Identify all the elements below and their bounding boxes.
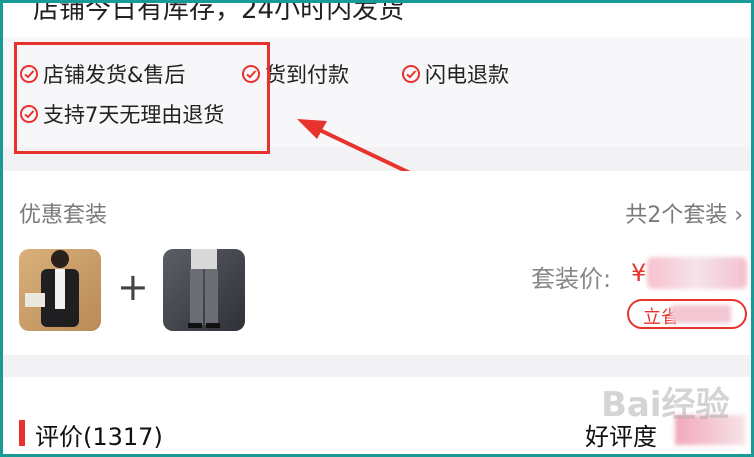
service-item-flash-refund: 闪电退款 [401,59,509,89]
highlight-box [14,42,270,154]
jacket-photo [25,250,79,327]
bundle-item-jacket-image[interactable] [19,249,101,331]
service-label: 货到付款 [265,63,349,87]
bundle-price-label: 套装价: [531,265,612,293]
bundle-count-link[interactable]: 共2个套装 › [625,197,743,229]
pants-photo [188,249,220,328]
check-circle-icon [402,65,420,83]
top-info-strip: 店铺今日有库存，24小时内发货 [3,3,751,37]
bundle-section[interactable]: 优惠套装 共2个套装 › + 套装价: ¥ 立省 [3,171,751,355]
bundle-plus-sign: + [117,265,149,309]
service-label: 闪电退款 [425,63,509,87]
blurred-price [647,257,747,289]
watermark-logo: Bai经验 [601,385,730,425]
reviews-title: 评价(1317) [35,423,163,451]
bundle-title: 优惠套装 [19,203,108,228]
top-strip-text: 店铺今日有库存，24小时内发货 [33,0,405,25]
blurred-save-amount [671,305,731,323]
screenshot-frame: 店铺今日有库存，24小时内发货 店铺发货&售后 货到付款 闪电退款 支持7天无理… [0,0,754,457]
bundle-item-pants-image[interactable] [163,249,245,331]
save-amount-badge: 立省 [627,299,747,329]
bundle-price-currency: ¥ [631,259,647,287]
section-accent-bar [19,420,25,446]
